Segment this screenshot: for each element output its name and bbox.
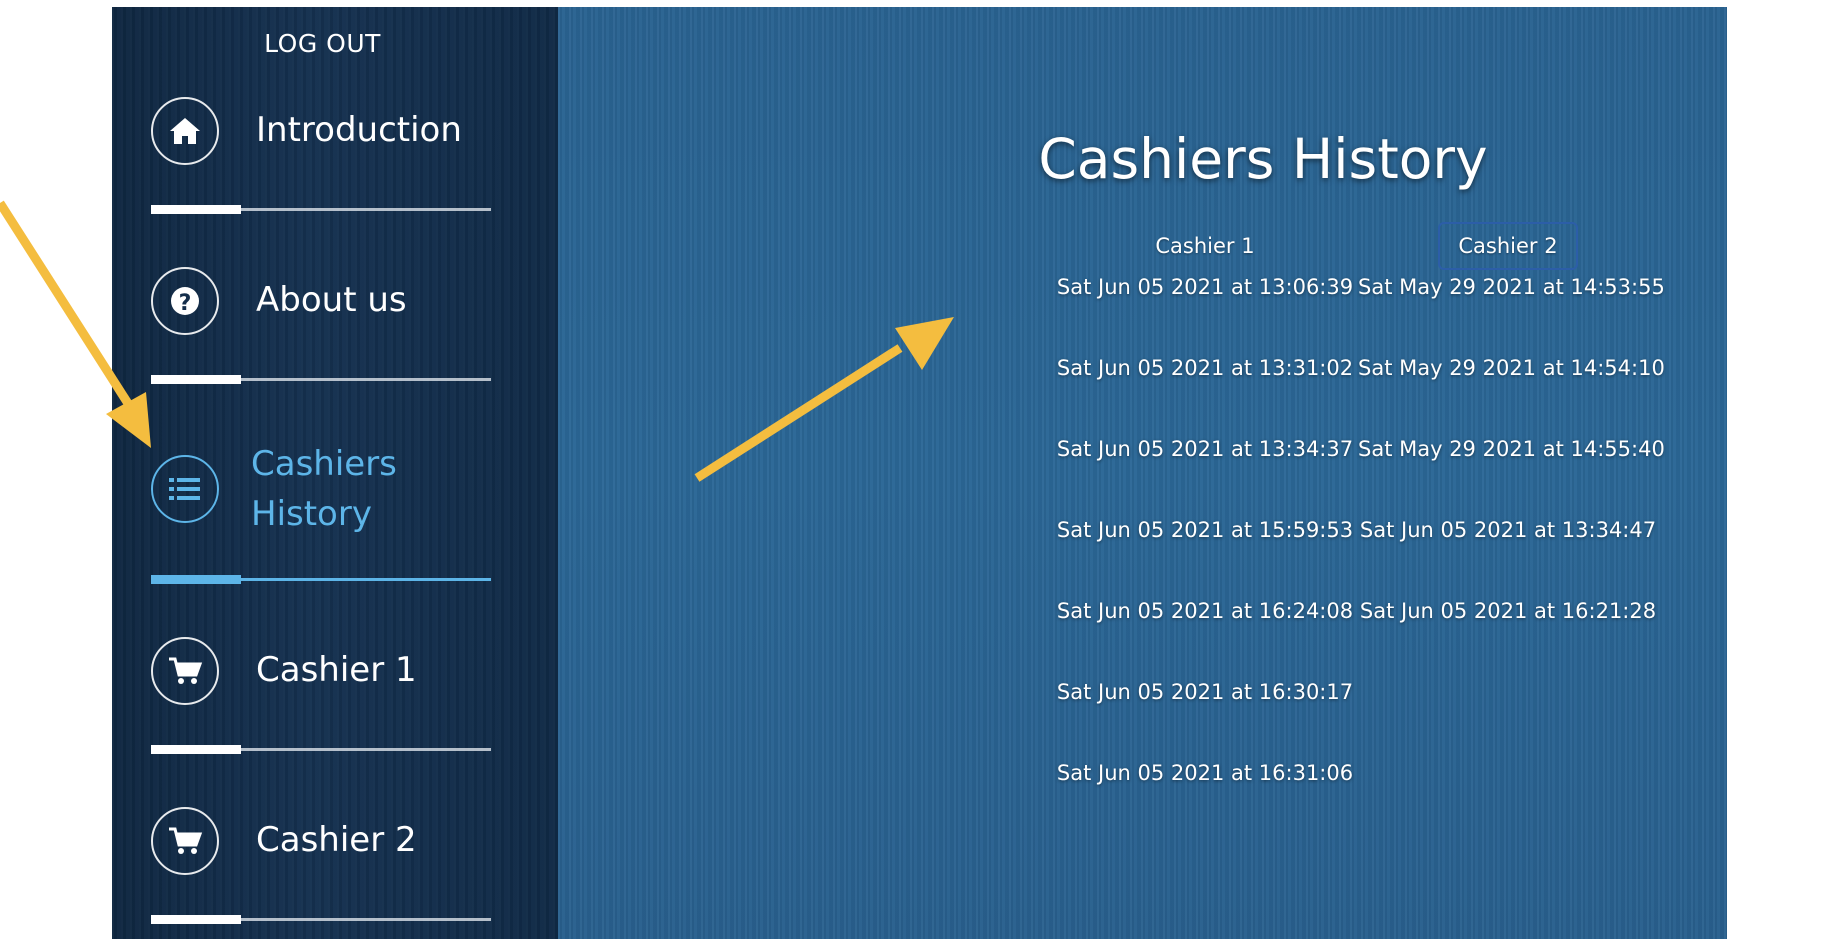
- sidebar-item-about-us[interactable]: ? About us: [151, 265, 491, 337]
- list-item: Sat Jun 05 2021 at 13:31:02: [1056, 356, 1354, 380]
- list-item: Sat May 29 2021 at 14:53:55: [1358, 275, 1665, 299]
- svg-text:?: ?: [179, 291, 192, 316]
- list-item: Sat May 29 2021 at 14:54:10: [1358, 356, 1665, 380]
- tab-cashier-2[interactable]: Cashier 2: [1438, 222, 1578, 270]
- tab-cashier-1[interactable]: Cashier 1: [1135, 222, 1274, 270]
- list-item: Sat Jun 05 2021 at 13:34:47: [1359, 518, 1657, 542]
- sidebar-item-label: About us: [256, 280, 407, 320]
- cart-icon: [151, 637, 219, 705]
- divider-indicator: [151, 205, 241, 214]
- list-item: Sat Jun 05 2021 at 16:24:08: [1056, 599, 1354, 623]
- list-item: Sat May 29 2021 at 14:55:40: [1358, 437, 1665, 461]
- sidebar-item-introduction[interactable]: Introduction: [151, 95, 491, 167]
- list-icon: [151, 455, 219, 523]
- home-icon: [151, 97, 219, 165]
- sidebar-item-label: Cashier 1: [256, 650, 417, 690]
- cashier-2-column: Cashier 2 Sat May 29 2021 at 14:53:55 Sa…: [1358, 222, 1665, 677]
- cashier-1-column: Cashier 1 Sat Jun 05 2021 at 13:06:39 Sa…: [1055, 222, 1355, 839]
- sidebar-item-label: Cashiers History: [251, 444, 397, 534]
- list-item: Sat Jun 05 2021 at 16:30:17: [1056, 680, 1354, 704]
- list-item: Sat Jun 05 2021 at 16:31:06: [1056, 761, 1354, 785]
- cart-icon: [151, 807, 219, 875]
- sidebar-item-label: Cashier 2: [256, 820, 417, 860]
- sidebar-item-label: Introduction: [256, 110, 462, 150]
- app-window: LOG OUT Introduction ? About us Cashiers…: [112, 7, 1727, 939]
- divider-indicator: [151, 375, 241, 384]
- divider-indicator: [151, 745, 241, 754]
- list-item: Sat Jun 05 2021 at 15:59:53: [1056, 518, 1354, 542]
- logout-button[interactable]: LOG OUT: [112, 29, 533, 58]
- sidebar: LOG OUT Introduction ? About us Cashiers…: [112, 7, 558, 939]
- divider-indicator: [151, 575, 241, 584]
- page-title: Cashiers History: [1038, 127, 1488, 191]
- divider: [151, 205, 491, 214]
- divider: [151, 745, 491, 754]
- divider: [151, 575, 491, 584]
- divider: [151, 375, 491, 384]
- divider-indicator: [151, 915, 241, 924]
- sidebar-item-cashiers-history[interactable]: Cashiers History: [151, 435, 491, 545]
- question-icon: ?: [151, 267, 219, 335]
- list-item: Sat Jun 05 2021 at 13:06:39: [1056, 275, 1354, 299]
- main-content: Cashiers History Cashier 1 Sat Jun 05 20…: [558, 7, 1727, 939]
- list-item: Sat Jun 05 2021 at 16:21:28: [1359, 599, 1657, 623]
- sidebar-item-cashier-2[interactable]: Cashier 2: [151, 805, 491, 877]
- sidebar-item-cashier-1[interactable]: Cashier 1: [151, 635, 491, 707]
- list-item: Sat Jun 05 2021 at 13:34:37: [1056, 437, 1354, 461]
- divider: [151, 915, 491, 924]
